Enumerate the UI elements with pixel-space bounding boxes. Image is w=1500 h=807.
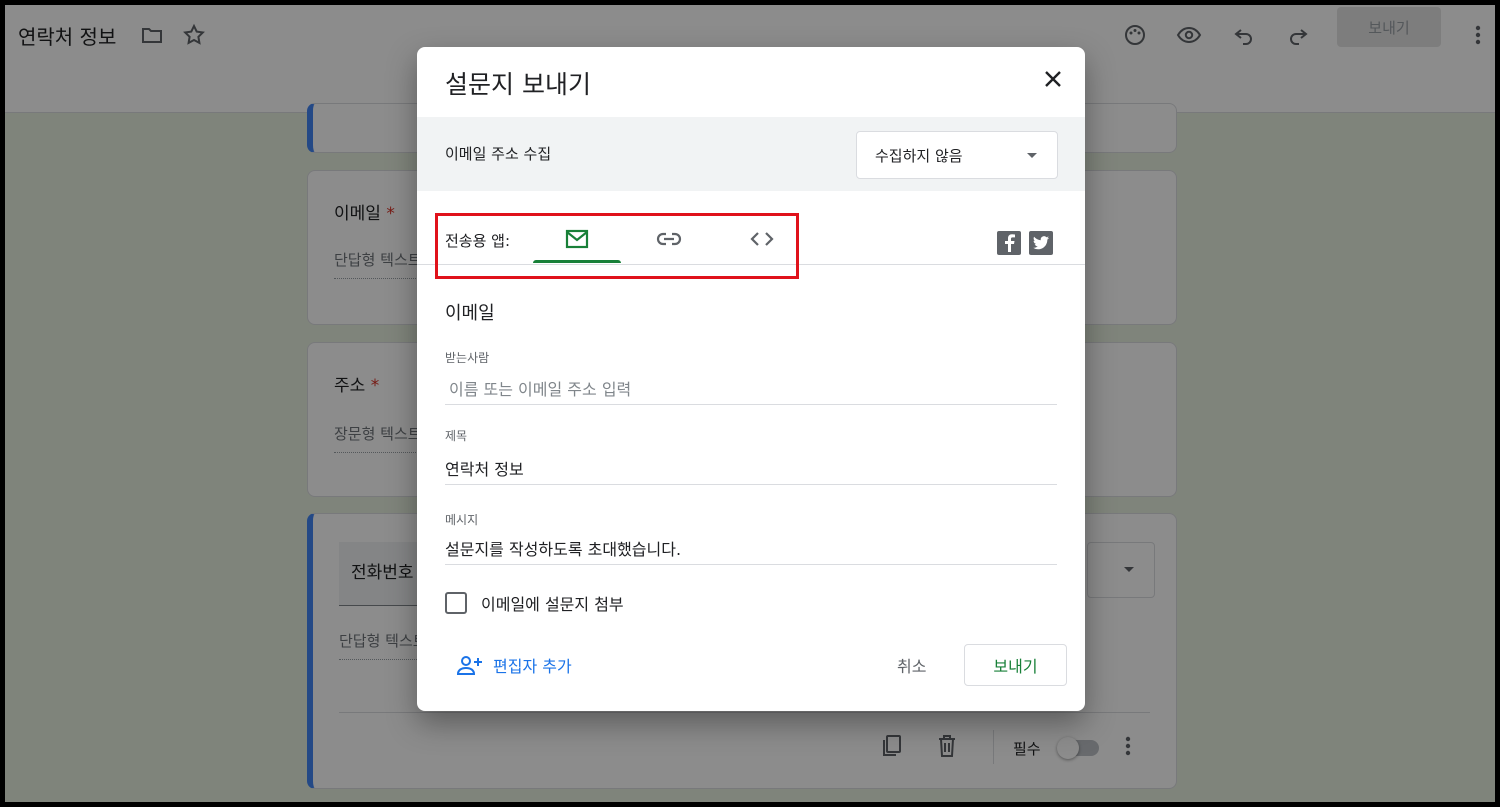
send-button[interactable]: 보내기 [964,644,1067,686]
send-form-dialog: 설문지 보내기 이메일 주소 수집 수집하지 않음 전송용 앱: 이메일 받는사… [417,47,1085,711]
facebook-icon[interactable] [997,231,1021,255]
to-label: 받는사람 [445,351,490,365]
add-editor-button[interactable]: 편집자 추가 [457,653,572,677]
cancel-button[interactable]: 취소 [897,653,926,677]
screen: 연락처 정보 보내기 이메일 * 단답형 텍스트 주소 * 장문형 텍스트 전화… [0,0,1500,807]
chevron-down-icon [1027,153,1037,158]
embed-icon [750,232,774,246]
collect-email-label: 이메일 주소 수집 [445,145,552,163]
tab-embed[interactable] [718,215,806,263]
message-input[interactable]: 설문지를 작성하도록 초대했습니다. [445,531,1057,565]
collect-email-select[interactable]: 수집하지 않음 [856,131,1058,179]
attach-form-option[interactable]: 이메일에 설문지 첨부 [445,591,624,615]
collect-email-row: 이메일 주소 수집 수집하지 않음 [417,117,1085,191]
collect-email-value: 수집하지 않음 [875,146,963,165]
subject-input[interactable]: 연락처 정보 [445,451,1057,485]
tab-email[interactable] [533,215,621,263]
tab-link[interactable] [625,215,713,263]
add-person-icon [457,656,482,675]
message-label: 메시지 [445,513,479,527]
dialog-title: 설문지 보내기 [445,70,591,99]
close-icon[interactable] [1037,63,1069,95]
twitter-icon[interactable] [1029,231,1053,255]
subject-label: 제목 [445,429,468,443]
send-via-row: 전송용 앱: [417,203,1085,265]
email-icon [565,229,589,249]
attach-checkbox[interactable] [445,592,467,614]
attach-label: 이메일에 설문지 첨부 [481,595,624,614]
send-via-label: 전송용 앱: [445,232,511,250]
section-title-email: 이메일 [445,303,495,324]
add-editor-label: 편집자 추가 [493,657,572,676]
recipient-input[interactable]: 이름 또는 이메일 주소 입력 [445,371,1057,405]
link-icon [656,232,682,246]
